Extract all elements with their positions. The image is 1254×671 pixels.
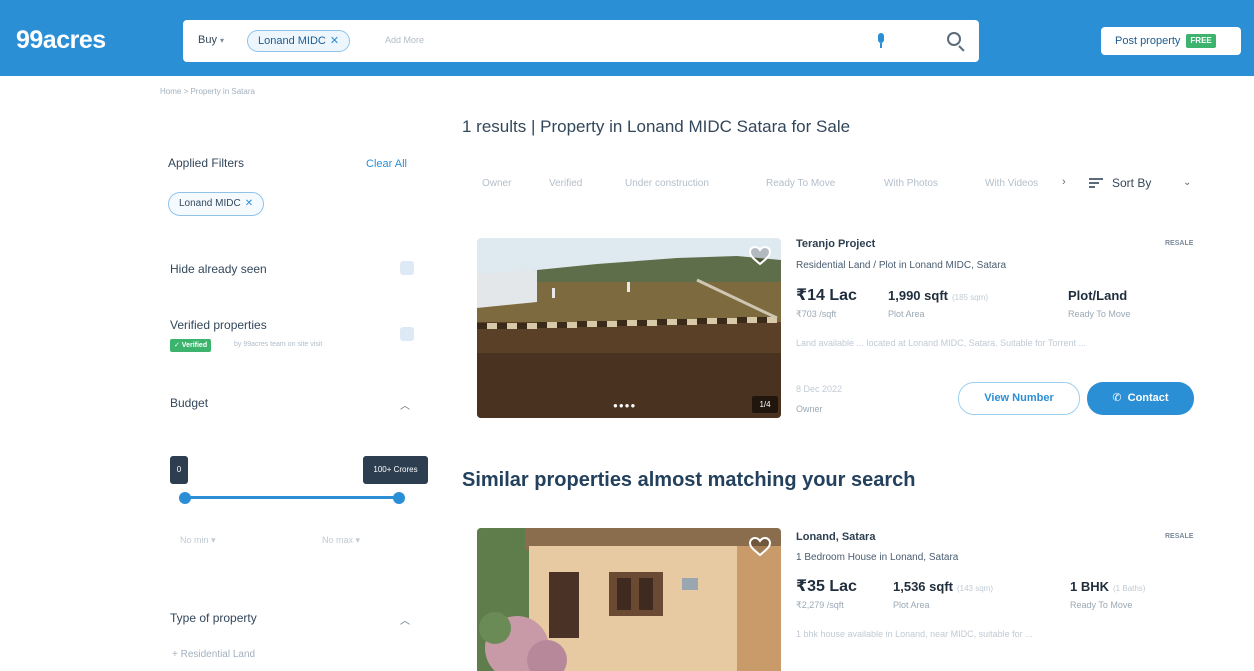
similar-type-value: 1 BHK	[1070, 579, 1110, 594]
location-chip[interactable]: Lonand MIDC ✕	[247, 30, 351, 52]
similar-listing-area: 1,536 sqft (143 sqm)	[893, 579, 993, 594]
carousel-dots[interactable]: ●●●●	[613, 401, 636, 410]
microphone-icon[interactable]	[876, 33, 886, 49]
type-of-property-heading[interactable]: Type of property	[170, 611, 257, 625]
post-property-button[interactable]: Post property FREE	[1101, 27, 1241, 55]
budget-heading[interactable]: Budget	[170, 396, 208, 410]
close-icon[interactable]: ✕	[245, 198, 253, 209]
quick-filter-owner[interactable]: Owner	[482, 178, 511, 189]
quick-filter-under-construction[interactable]: Under construction	[625, 178, 709, 189]
chevron-right-icon[interactable]: ›	[1062, 176, 1066, 188]
posted-date: 8 Dec 2022	[796, 384, 843, 394]
similar-listing-price: ₹35 Lac	[796, 578, 857, 595]
close-icon[interactable]: ✕	[330, 35, 339, 47]
applied-filter-label: Lonand MIDC	[179, 198, 241, 209]
similar-area-alt: (143 sqm)	[956, 584, 993, 593]
budget-min-select-label: No min	[180, 535, 209, 545]
area-label: Plot Area	[888, 309, 925, 319]
sort-icon[interactable]	[1089, 178, 1103, 189]
similar-price-per-unit: ₹2,279 /sqft	[796, 600, 844, 610]
budget-slider-min-handle[interactable]	[179, 492, 191, 504]
area-value: 1,990 sqft	[888, 288, 948, 303]
posted-by: Owner	[796, 404, 823, 414]
similar-area-label: Plot Area	[893, 600, 930, 610]
verified-toggle[interactable]	[400, 327, 414, 341]
listing-image[interactable]	[477, 238, 781, 418]
logo[interactable]: 99acres	[16, 26, 106, 55]
free-badge: FREE	[1186, 34, 1216, 49]
applied-filters-heading: Applied Filters	[168, 156, 245, 170]
contact-button[interactable]: ✆ Contact	[1087, 382, 1194, 415]
resale-tag: RESALE	[1165, 533, 1194, 540]
quick-filter-ready-to-move[interactable]: Ready To Move	[766, 178, 835, 189]
budget-min-label: 0	[170, 456, 188, 484]
chevron-down-icon: ▾	[219, 36, 224, 45]
buy-dropdown[interactable]: Buy ▾	[198, 34, 224, 46]
breadcrumb[interactable]: Home > Property in Satara	[160, 87, 255, 96]
resale-tag: RESALE	[1165, 240, 1194, 247]
similar-properties-heading: Similar properties almost matching your …	[462, 469, 916, 491]
search-input[interactable]: Add More	[385, 35, 424, 45]
verified-label: Verified properties	[170, 318, 267, 332]
phone-icon: ✆	[1112, 392, 1122, 404]
hide-seen-label: Hide already seen	[170, 262, 267, 276]
listing-title[interactable]: Teranjo Project	[796, 238, 875, 250]
image-count-badge: 1/4	[752, 396, 778, 413]
post-property-label: Post property	[1115, 35, 1181, 47]
budget-max-select-label: No max	[322, 535, 354, 545]
quick-filter-with-videos[interactable]: With Videos	[985, 178, 1038, 189]
location-chip-label: Lonand MIDC	[258, 35, 326, 47]
budget-min-select[interactable]: No min ▾	[180, 535, 216, 546]
similar-area-value: 1,536 sqft	[893, 579, 953, 594]
budget-max-select[interactable]: No max ▾	[322, 535, 360, 546]
listing-price: ₹14 Lac	[796, 287, 857, 304]
similar-listing-status: Ready To Move	[1070, 600, 1133, 610]
listing-subtitle[interactable]: Residential Land / Plot in Lonand MIDC, …	[796, 260, 1006, 271]
listing-description: Land available ... located at Lonand MID…	[796, 338, 1087, 348]
top-header: 99acres Buy ▾ Lonand MIDC ✕ Add More Post …	[0, 0, 1254, 76]
budget-max-label: 100+ Crores	[363, 456, 428, 484]
similar-type-alt: (1 Baths)	[1113, 584, 1146, 593]
similar-listing-image[interactable]	[477, 528, 781, 671]
verified-note: by 99acres team on site visit	[234, 341, 323, 348]
heart-icon[interactable]	[749, 537, 771, 557]
similar-listing-type: 1 BHK (1 Baths)	[1070, 579, 1145, 594]
view-number-button[interactable]: View Number	[958, 382, 1080, 415]
buy-label: Buy	[198, 34, 217, 46]
search-bar[interactable]: Buy ▾ Lonand MIDC ✕ Add More	[183, 20, 979, 62]
chevron-up-icon[interactable]: ︿	[400, 612, 410, 627]
heart-icon[interactable]	[749, 246, 771, 266]
quick-filter-with-photos[interactable]: With Photos	[884, 178, 938, 189]
contact-label: Contact	[1127, 392, 1169, 404]
results-title: 1 results | Property in Lonand MIDC Sata…	[462, 117, 851, 136]
applied-filter-chip[interactable]: Lonand MIDC ✕	[168, 192, 265, 216]
listing-type: Plot/Land	[1068, 288, 1128, 303]
search-icon[interactable]	[946, 31, 966, 52]
listing-status: Ready To Move	[1068, 309, 1131, 319]
clear-all-link[interactable]: Clear All	[366, 158, 407, 170]
similar-listing-description: 1 bhk house available in Lonand, near MI…	[796, 629, 1033, 639]
area-alt: (185 sqm)	[951, 293, 988, 302]
chevron-down-icon[interactable]: ⌄	[1183, 177, 1191, 188]
similar-listing-title[interactable]: Lonand, Satara	[796, 531, 875, 543]
similar-listing-subtitle[interactable]: 1 Bedroom House in Lonand, Satara	[796, 552, 958, 563]
residential-land-option[interactable]: + Residential Land	[172, 649, 255, 660]
verified-badge: ✓ Verified	[170, 339, 212, 352]
budget-slider-track[interactable]	[184, 496, 399, 499]
chevron-up-icon[interactable]: ︿	[400, 397, 410, 412]
hide-seen-toggle[interactable]	[400, 261, 414, 275]
quick-filter-verified[interactable]: Verified	[549, 178, 582, 189]
budget-slider-max-handle[interactable]	[393, 492, 405, 504]
sort-by-button[interactable]: Sort By	[1112, 176, 1151, 190]
listing-area: 1,990 sqft (185 sqm)	[888, 288, 988, 303]
price-per-unit: ₹703 /sqft	[796, 309, 837, 319]
